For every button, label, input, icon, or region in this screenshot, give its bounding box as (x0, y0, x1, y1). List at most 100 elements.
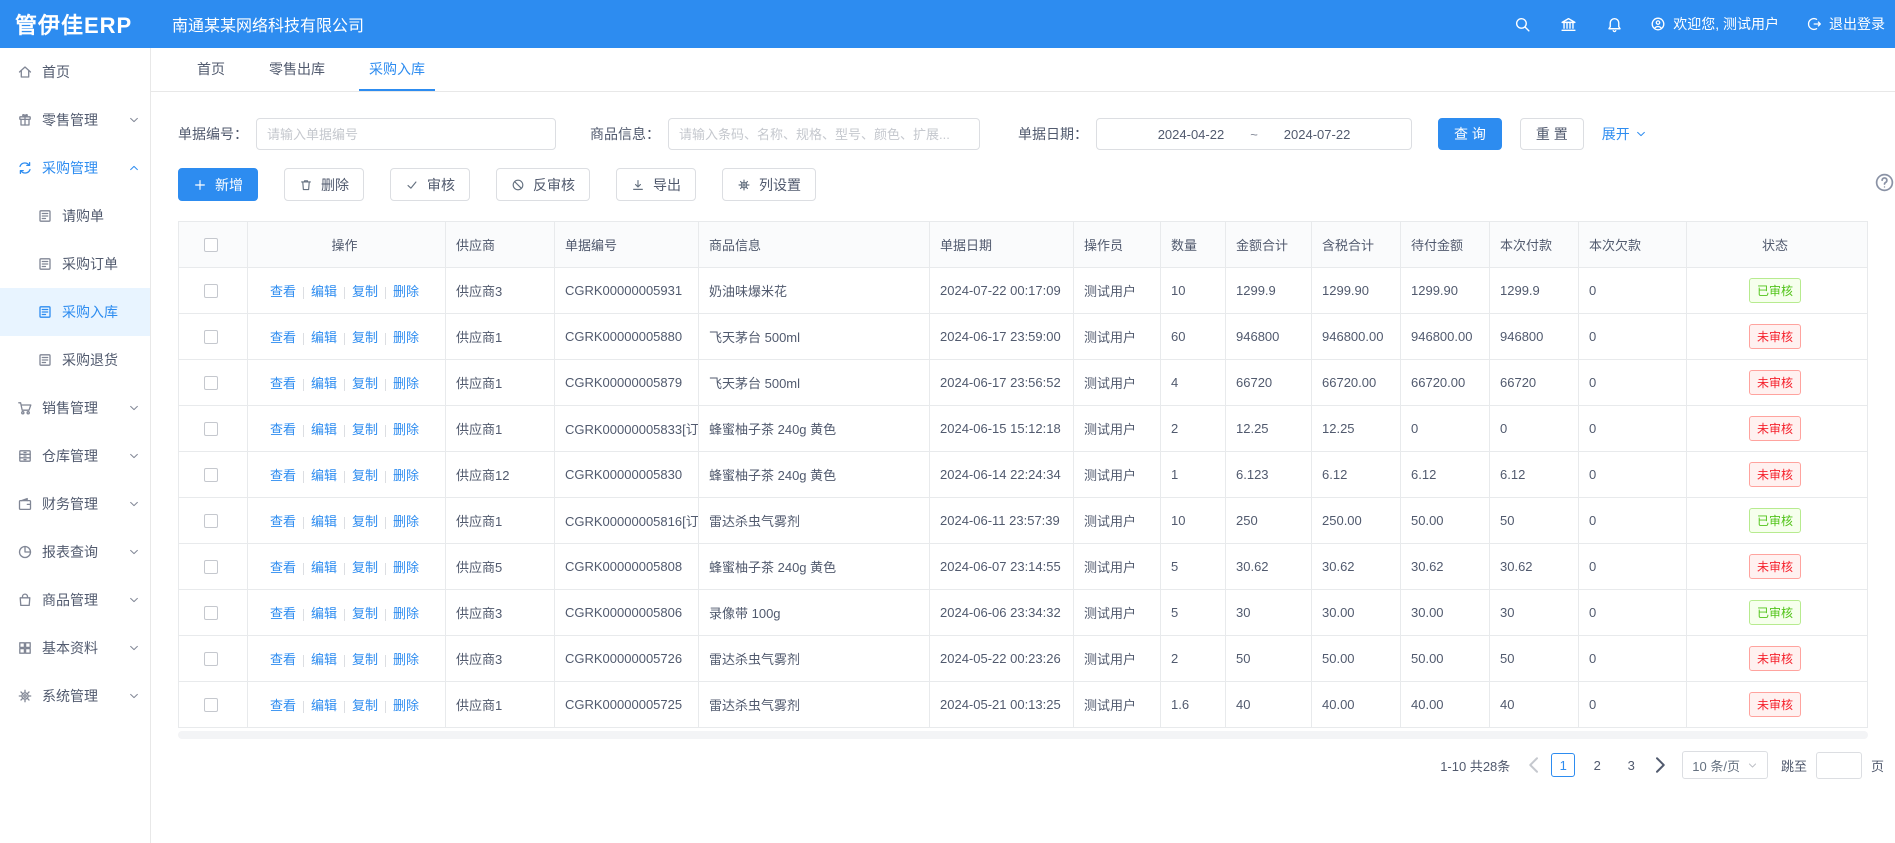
delete-link[interactable]: 删除 (393, 422, 419, 437)
view-link[interactable]: 查看 (270, 330, 296, 345)
edit-link[interactable]: 编辑 (311, 422, 337, 437)
delete-link[interactable]: 删除 (393, 376, 419, 391)
edit-link[interactable]: 编辑 (311, 330, 337, 345)
add-button[interactable]: 新增 (178, 168, 258, 201)
row-checkbox[interactable] (204, 468, 218, 482)
copy-link[interactable]: 复制 (352, 376, 378, 391)
sidebar-item-purchase[interactable]: 采购管理 (0, 144, 150, 192)
page-button-3[interactable]: 3 (1619, 753, 1643, 777)
view-link[interactable]: 查看 (270, 376, 296, 391)
delete-link[interactable]: 删除 (393, 560, 419, 575)
delete-link[interactable]: 删除 (393, 330, 419, 345)
copy-link[interactable]: 复制 (352, 284, 378, 299)
edit-link[interactable]: 编辑 (311, 284, 337, 299)
logout-button[interactable]: 退出登录 (1806, 14, 1885, 34)
cell-tax_amount: 250.00 (1312, 498, 1401, 544)
delete-link[interactable]: 删除 (393, 468, 419, 483)
cell-bill_no: CGRK00000005725 (555, 682, 699, 728)
view-link[interactable]: 查看 (270, 560, 296, 575)
sidebar-item-report[interactable]: 报表查询 (0, 528, 150, 576)
edit-link[interactable]: 编辑 (311, 514, 337, 529)
copy-link[interactable]: 复制 (352, 560, 378, 575)
sidebar-subitem-4[interactable]: 采购退货 (0, 336, 150, 384)
row-checkbox[interactable] (204, 422, 218, 436)
tab-3[interactable]: 采购入库 (359, 48, 435, 91)
view-link[interactable]: 查看 (270, 652, 296, 667)
page-size-select[interactable]: 10 条/页 (1682, 751, 1768, 779)
sidebar-subitem-3[interactable]: 采购入库 (0, 288, 150, 336)
copy-link[interactable]: 复制 (352, 698, 378, 713)
sidebar-item-system[interactable]: 系统管理 (0, 672, 150, 720)
edit-link[interactable]: 编辑 (311, 652, 337, 667)
page-button-2[interactable]: 2 (1585, 753, 1609, 777)
sidebar-item-retail[interactable]: 零售管理 (0, 96, 150, 144)
copy-link[interactable]: 复制 (352, 422, 378, 437)
view-link[interactable]: 查看 (270, 698, 296, 713)
sidebar-item-sales[interactable]: 销售管理 (0, 384, 150, 432)
edit-link[interactable]: 编辑 (311, 468, 337, 483)
column-settings-button[interactable]: 列设置 (722, 168, 816, 201)
select-all-checkbox[interactable] (204, 238, 218, 252)
gear-icon (737, 178, 751, 192)
search-icon[interactable] (1514, 16, 1531, 33)
goods-input[interactable] (668, 118, 980, 150)
welcome-user[interactable]: 欢迎您, 测试用户 (1650, 14, 1779, 34)
sidebar-item-goods[interactable]: 商品管理 (0, 576, 150, 624)
sidebar-item-finance[interactable]: 财务管理 (0, 480, 150, 528)
row-checkbox[interactable] (204, 514, 218, 528)
edit-link[interactable]: 编辑 (311, 606, 337, 621)
page-button-1[interactable]: 1 (1551, 753, 1575, 777)
next-page-button[interactable] (1648, 753, 1672, 777)
copy-link[interactable]: 复制 (352, 606, 378, 621)
edit-link[interactable]: 编辑 (311, 376, 337, 391)
date-range-picker[interactable]: 2024-04-22 ~ 2024-07-22 (1096, 118, 1412, 150)
expand-link[interactable]: 展开 (1602, 124, 1647, 144)
row-checkbox[interactable] (204, 376, 218, 390)
bank-icon[interactable] (1560, 16, 1577, 33)
sidebar-subitem-2[interactable]: 采购订单 (0, 240, 150, 288)
export-button[interactable]: 导出 (616, 168, 696, 201)
delete-link[interactable]: 删除 (393, 606, 419, 621)
copy-link[interactable]: 复制 (352, 514, 378, 529)
search-button[interactable]: 查 询 (1438, 118, 1502, 150)
cell-goods: 奶油味爆米花 (699, 268, 930, 314)
tab-1[interactable]: 首页 (187, 48, 235, 91)
edit-link[interactable]: 编辑 (311, 698, 337, 713)
view-link[interactable]: 查看 (270, 514, 296, 529)
view-link[interactable]: 查看 (270, 606, 296, 621)
copy-link[interactable]: 复制 (352, 330, 378, 345)
view-link[interactable]: 查看 (270, 468, 296, 483)
delete-link[interactable]: 删除 (393, 652, 419, 667)
delete-button[interactable]: 删除 (284, 168, 364, 201)
tab-2[interactable]: 零售出库 (259, 48, 335, 91)
sidebar-item-home[interactable]: 首页 (0, 48, 150, 96)
sidebar-item-warehouse[interactable]: 仓库管理 (0, 432, 150, 480)
view-link[interactable]: 查看 (270, 284, 296, 299)
cell-date: 2024-06-17 23:56:52 (930, 360, 1074, 406)
sidebar-subitem-1[interactable]: 请购单 (0, 192, 150, 240)
horizontal-scrollbar[interactable] (178, 731, 1868, 739)
row-checkbox[interactable] (204, 698, 218, 712)
copy-link[interactable]: 复制 (352, 652, 378, 667)
row-checkbox[interactable] (204, 330, 218, 344)
row-checkbox[interactable] (204, 652, 218, 666)
delete-link[interactable]: 删除 (393, 514, 419, 529)
delete-link[interactable]: 删除 (393, 698, 419, 713)
copy-link[interactable]: 复制 (352, 468, 378, 483)
delete-link[interactable]: 删除 (393, 284, 419, 299)
bill-no-input[interactable] (256, 118, 556, 150)
row-checkbox[interactable] (204, 560, 218, 574)
row-checkbox[interactable] (204, 606, 218, 620)
audit-button[interactable]: 审核 (390, 168, 470, 201)
view-link[interactable]: 查看 (270, 422, 296, 437)
help-icon[interactable] (1874, 172, 1895, 193)
jump-page-input[interactable] (1816, 752, 1862, 779)
row-select-cell (179, 360, 248, 406)
bell-icon[interactable] (1606, 16, 1623, 33)
prev-page-button[interactable] (1522, 753, 1546, 777)
reset-button[interactable]: 重 置 (1520, 118, 1584, 150)
edit-link[interactable]: 编辑 (311, 560, 337, 575)
unaudit-button[interactable]: 反审核 (496, 168, 590, 201)
row-checkbox[interactable] (204, 284, 218, 298)
sidebar-item-basic[interactable]: 基本资料 (0, 624, 150, 672)
